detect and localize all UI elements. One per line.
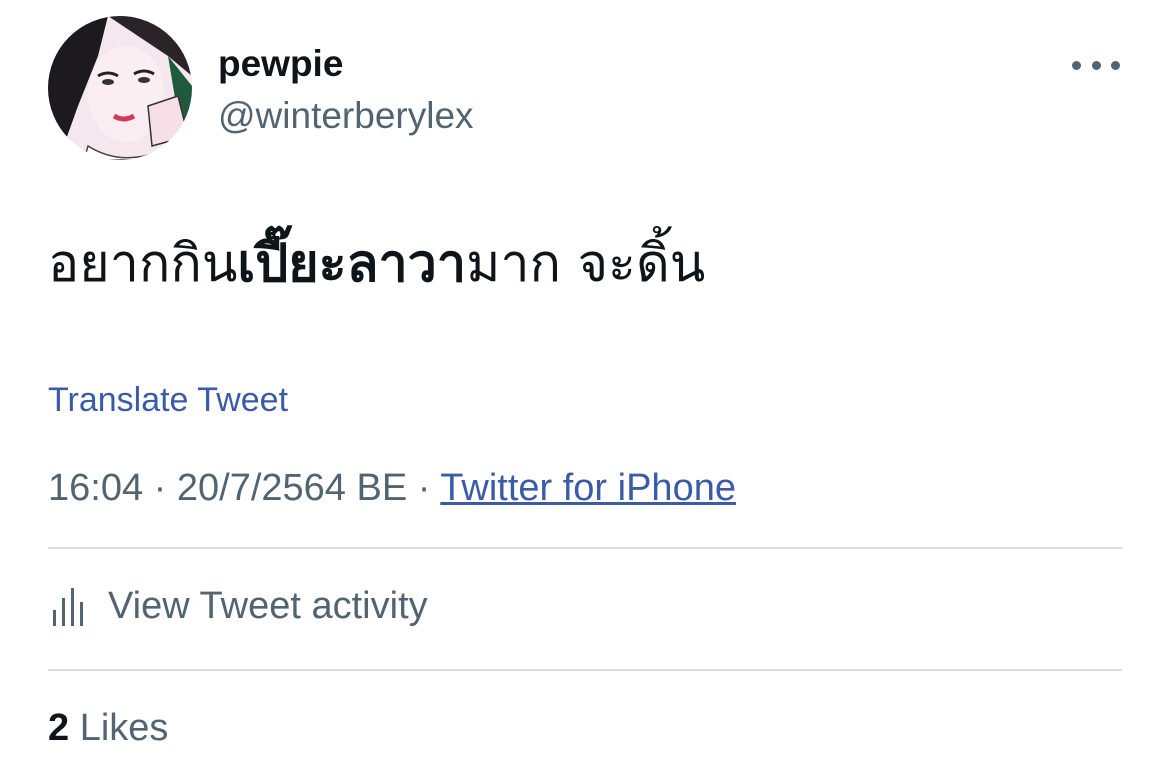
user-handle[interactable]: @winterberylex xyxy=(218,94,474,138)
more-dots-icon xyxy=(1111,60,1120,70)
tweet-text: อยากกินเปี๊ยะลาวามาก จะดิ้น xyxy=(48,232,705,296)
tweet-time: 16:04 xyxy=(48,467,144,509)
more-dots-icon xyxy=(1072,60,1081,70)
more-dots-icon xyxy=(1091,60,1101,70)
translate-tweet-link[interactable]: Translate Tweet xyxy=(48,380,288,420)
more-options-button[interactable] xyxy=(1072,50,1120,80)
tweet-source-link[interactable]: Twitter for iPhone xyxy=(440,467,736,509)
tweet-text-normal-end: มาก จะดิ้น xyxy=(466,234,706,294)
tweet-date: 20/7/2564 BE xyxy=(176,467,408,509)
display-name[interactable]: pewpie xyxy=(218,42,343,86)
bar-chart-icon xyxy=(53,588,83,626)
avatar-image xyxy=(48,16,192,160)
avatar[interactable] xyxy=(48,16,192,160)
view-tweet-activity-label: View Tweet activity xyxy=(108,585,428,627)
tweet-meta: 16:04 · 20/7/2564 BE · Twitter for iPhon… xyxy=(48,466,736,510)
tweet-text-normal: อยากกิน xyxy=(48,234,238,294)
likes-count: 2 xyxy=(48,707,70,749)
tweet-text-bold: เปี๊ยะลาวา xyxy=(237,234,467,294)
view-tweet-activity-button[interactable]: View Tweet activity xyxy=(48,584,428,628)
meta-separator: · xyxy=(417,467,431,509)
divider xyxy=(48,669,1122,671)
likes-label: Likes xyxy=(79,707,169,749)
likes-count-link[interactable]: 2 Likes xyxy=(48,706,168,750)
divider xyxy=(48,547,1122,549)
meta-separator: · xyxy=(153,467,167,509)
